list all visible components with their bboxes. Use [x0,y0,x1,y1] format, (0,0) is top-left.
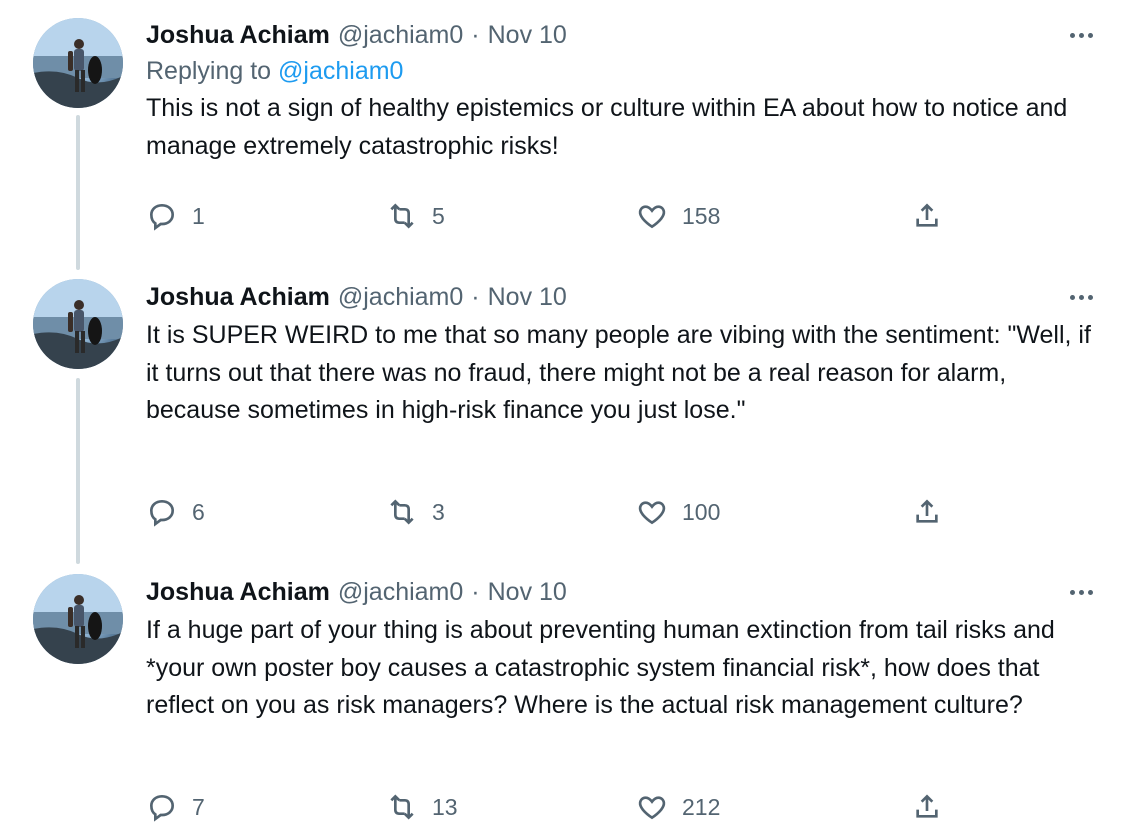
retweet-button[interactable]: 5 [386,199,445,233]
separator: · [471,20,480,49]
like-button[interactable]: 100 [636,495,720,529]
thread-line [76,378,80,564]
author-name[interactable]: Joshua Achiam [146,578,330,607]
like-count: 212 [682,793,721,820]
reply-count: 1 [192,202,205,229]
tweet-date[interactable]: Nov 10 [488,578,567,607]
tweet-text: If a huge part of your thing is about pr… [146,616,1055,719]
more-icon[interactable] [1061,575,1101,609]
author-name[interactable]: Joshua Achiam [146,283,330,312]
like-button[interactable]: 158 [636,199,720,233]
share-button[interactable] [911,790,943,824]
reply-button[interactable]: 1 [146,199,205,233]
retweet-icon [390,794,414,820]
tweet-header: Joshua Achiam @jachiam0 · Nov 10 [146,18,1093,52]
reply-count: 6 [192,498,205,525]
author-handle[interactable]: @jachiam0 [338,578,463,607]
reply-count: 7 [192,793,205,820]
tweet-header: Joshua Achiam @jachiam0 · Nov 10 [146,575,1093,609]
separator: · [471,282,480,311]
retweet-button[interactable]: 13 [386,790,458,824]
retweet-icon [390,499,414,525]
reply-button[interactable]: 6 [146,495,205,529]
tweet-date[interactable]: Nov 10 [488,283,567,312]
more-icon[interactable] [1061,280,1101,314]
share-icon [916,203,938,227]
author-handle[interactable]: @jachiam0 [338,21,463,50]
tweet-actions: 6 3 100 [146,495,946,529]
replying-prefix: Replying to [146,57,272,85]
tweet-date[interactable]: Nov 10 [488,21,567,50]
share-button[interactable] [911,495,943,529]
tweet-thread: Joshua Achiam @jachiam0 · Nov 10 Replyin… [0,0,1122,829]
share-icon [916,499,938,523]
retweet-count: 5 [432,202,445,229]
like-count: 158 [682,202,721,229]
heart-icon [638,205,666,229]
reply-button[interactable]: 7 [146,790,205,824]
replying-mention[interactable]: @jachiam0 [278,57,403,85]
reply-icon [149,794,175,822]
avatar[interactable] [33,18,123,108]
retweet-button[interactable]: 3 [386,495,445,529]
reply-icon [149,499,175,527]
share-icon [916,794,938,818]
avatar[interactable] [33,279,123,369]
heart-icon [638,796,666,820]
like-button[interactable]: 212 [636,790,720,824]
retweet-count: 13 [432,793,458,820]
author-name[interactable]: Joshua Achiam [146,21,330,50]
reply-icon [149,203,175,231]
author-handle[interactable]: @jachiam0 [338,283,463,312]
tweet-actions: 7 13 212 [146,790,946,824]
tweet-actions: 1 5 158 [146,199,946,233]
avatar[interactable] [33,574,123,664]
tweet-header: Joshua Achiam @jachiam0 · Nov 10 [146,280,1093,314]
tweet-text: It is SUPER WEIRD to me that so many peo… [146,321,1091,424]
retweet-icon [390,203,414,229]
like-count: 100 [682,498,721,525]
thread-line [76,115,80,270]
share-button[interactable] [911,199,943,233]
replying-to: Replying to @jachiam0 [146,52,1091,90]
tweet-text: This is not a sign of healthy epistemics… [146,94,1068,160]
retweet-count: 3 [432,498,445,525]
separator: · [471,577,480,606]
heart-icon [638,501,666,525]
more-icon[interactable] [1061,18,1101,52]
